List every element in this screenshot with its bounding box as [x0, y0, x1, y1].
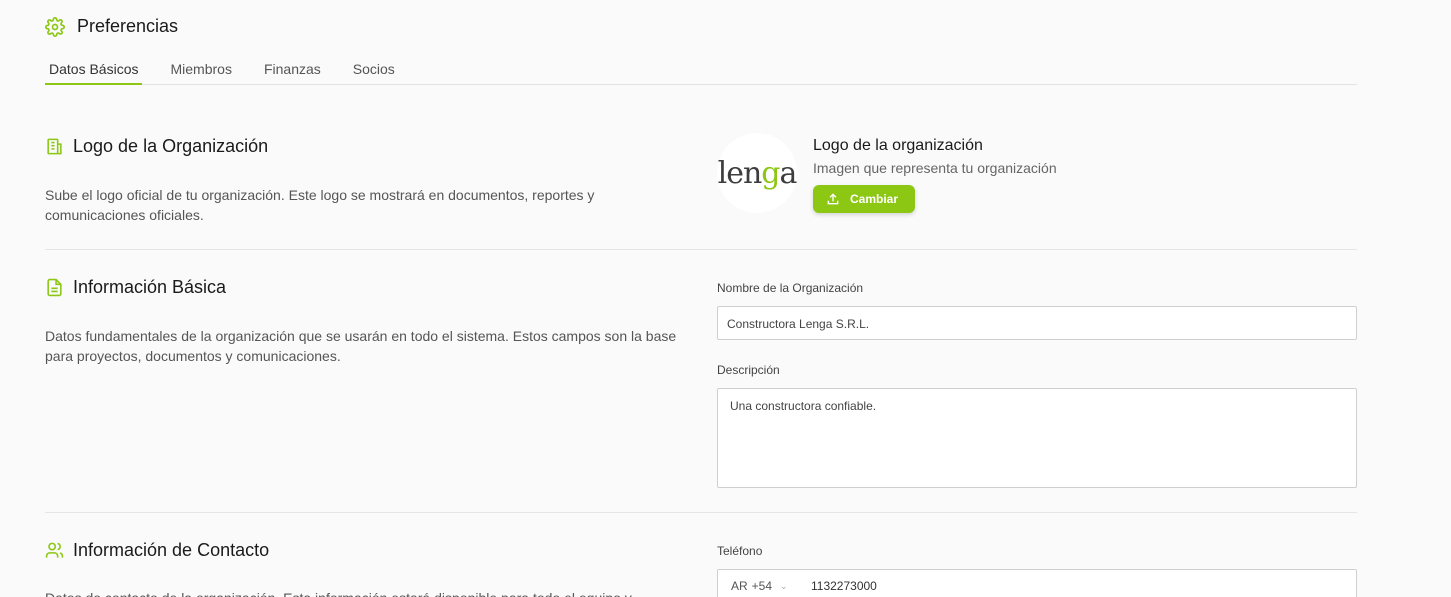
logo-section-heading: Logo de la Organización: [45, 136, 268, 157]
divider: [45, 249, 1357, 250]
tab-finanzas[interactable]: Finanzas: [260, 58, 325, 85]
document-icon: [47, 278, 62, 297]
description-label: Descripción: [717, 363, 780, 377]
tab-datos-basicos[interactable]: Datos Básicos: [45, 58, 143, 85]
building-icon: [47, 138, 62, 155]
tab-miembros[interactable]: Miembros: [166, 58, 235, 85]
country-dial-code: +54: [751, 579, 773, 593]
chevron-down-icon: ⌄: [780, 580, 788, 591]
contact-section-description: Datos de contacto de la organización. Es…: [45, 588, 685, 597]
divider: [45, 512, 1357, 513]
organization-name-label: Nombre de la Organización: [717, 281, 864, 295]
description-textarea[interactable]: Una constructora confiable.: [717, 388, 1357, 488]
tab-bar: Datos Básicos Miembros Finanzas Socios: [45, 58, 1357, 85]
organization-name-input[interactable]: Constructora Lenga S.R.L.: [717, 306, 1357, 340]
logo-section-title: Logo de la Organización: [73, 136, 269, 156]
change-logo-label: Cambiar: [850, 192, 899, 206]
contact-section-title: Información de Contacto: [73, 540, 270, 560]
tab-socios[interactable]: Socios: [349, 58, 399, 85]
phone-field[interactable]: AR +54 ⌄ 1132273000: [717, 569, 1357, 597]
gear-icon: [45, 16, 65, 37]
upload-icon: [827, 193, 839, 205]
organization-logo: lenga: [717, 133, 797, 213]
country-code-select[interactable]: AR +54 ⌄: [731, 579, 811, 593]
page-title: Preferencias: [77, 16, 179, 36]
page-header: Preferencias: [45, 16, 178, 37]
logo-wordmark: lenga: [717, 155, 798, 191]
country-code-iso: AR: [731, 579, 748, 593]
logo-section-description: Sube el logo oficial de tu organización.…: [45, 187, 595, 223]
change-logo-button[interactable]: Cambiar: [813, 185, 915, 213]
basic-section-description: Datos fundamentales de la organización q…: [45, 328, 677, 364]
basic-section-title: Información Básica: [73, 277, 227, 297]
users-icon: [45, 542, 64, 558]
logo-card-subtitle: Imagen que representa tu organización: [813, 160, 1057, 176]
phone-number-input[interactable]: 1132273000: [811, 579, 877, 593]
phone-label: Teléfono: [717, 544, 763, 558]
logo-card-title: Logo de la organización: [813, 137, 983, 154]
basic-section-heading: Información Básica: [45, 277, 226, 298]
contact-section-heading: Información de Contacto: [45, 540, 269, 561]
